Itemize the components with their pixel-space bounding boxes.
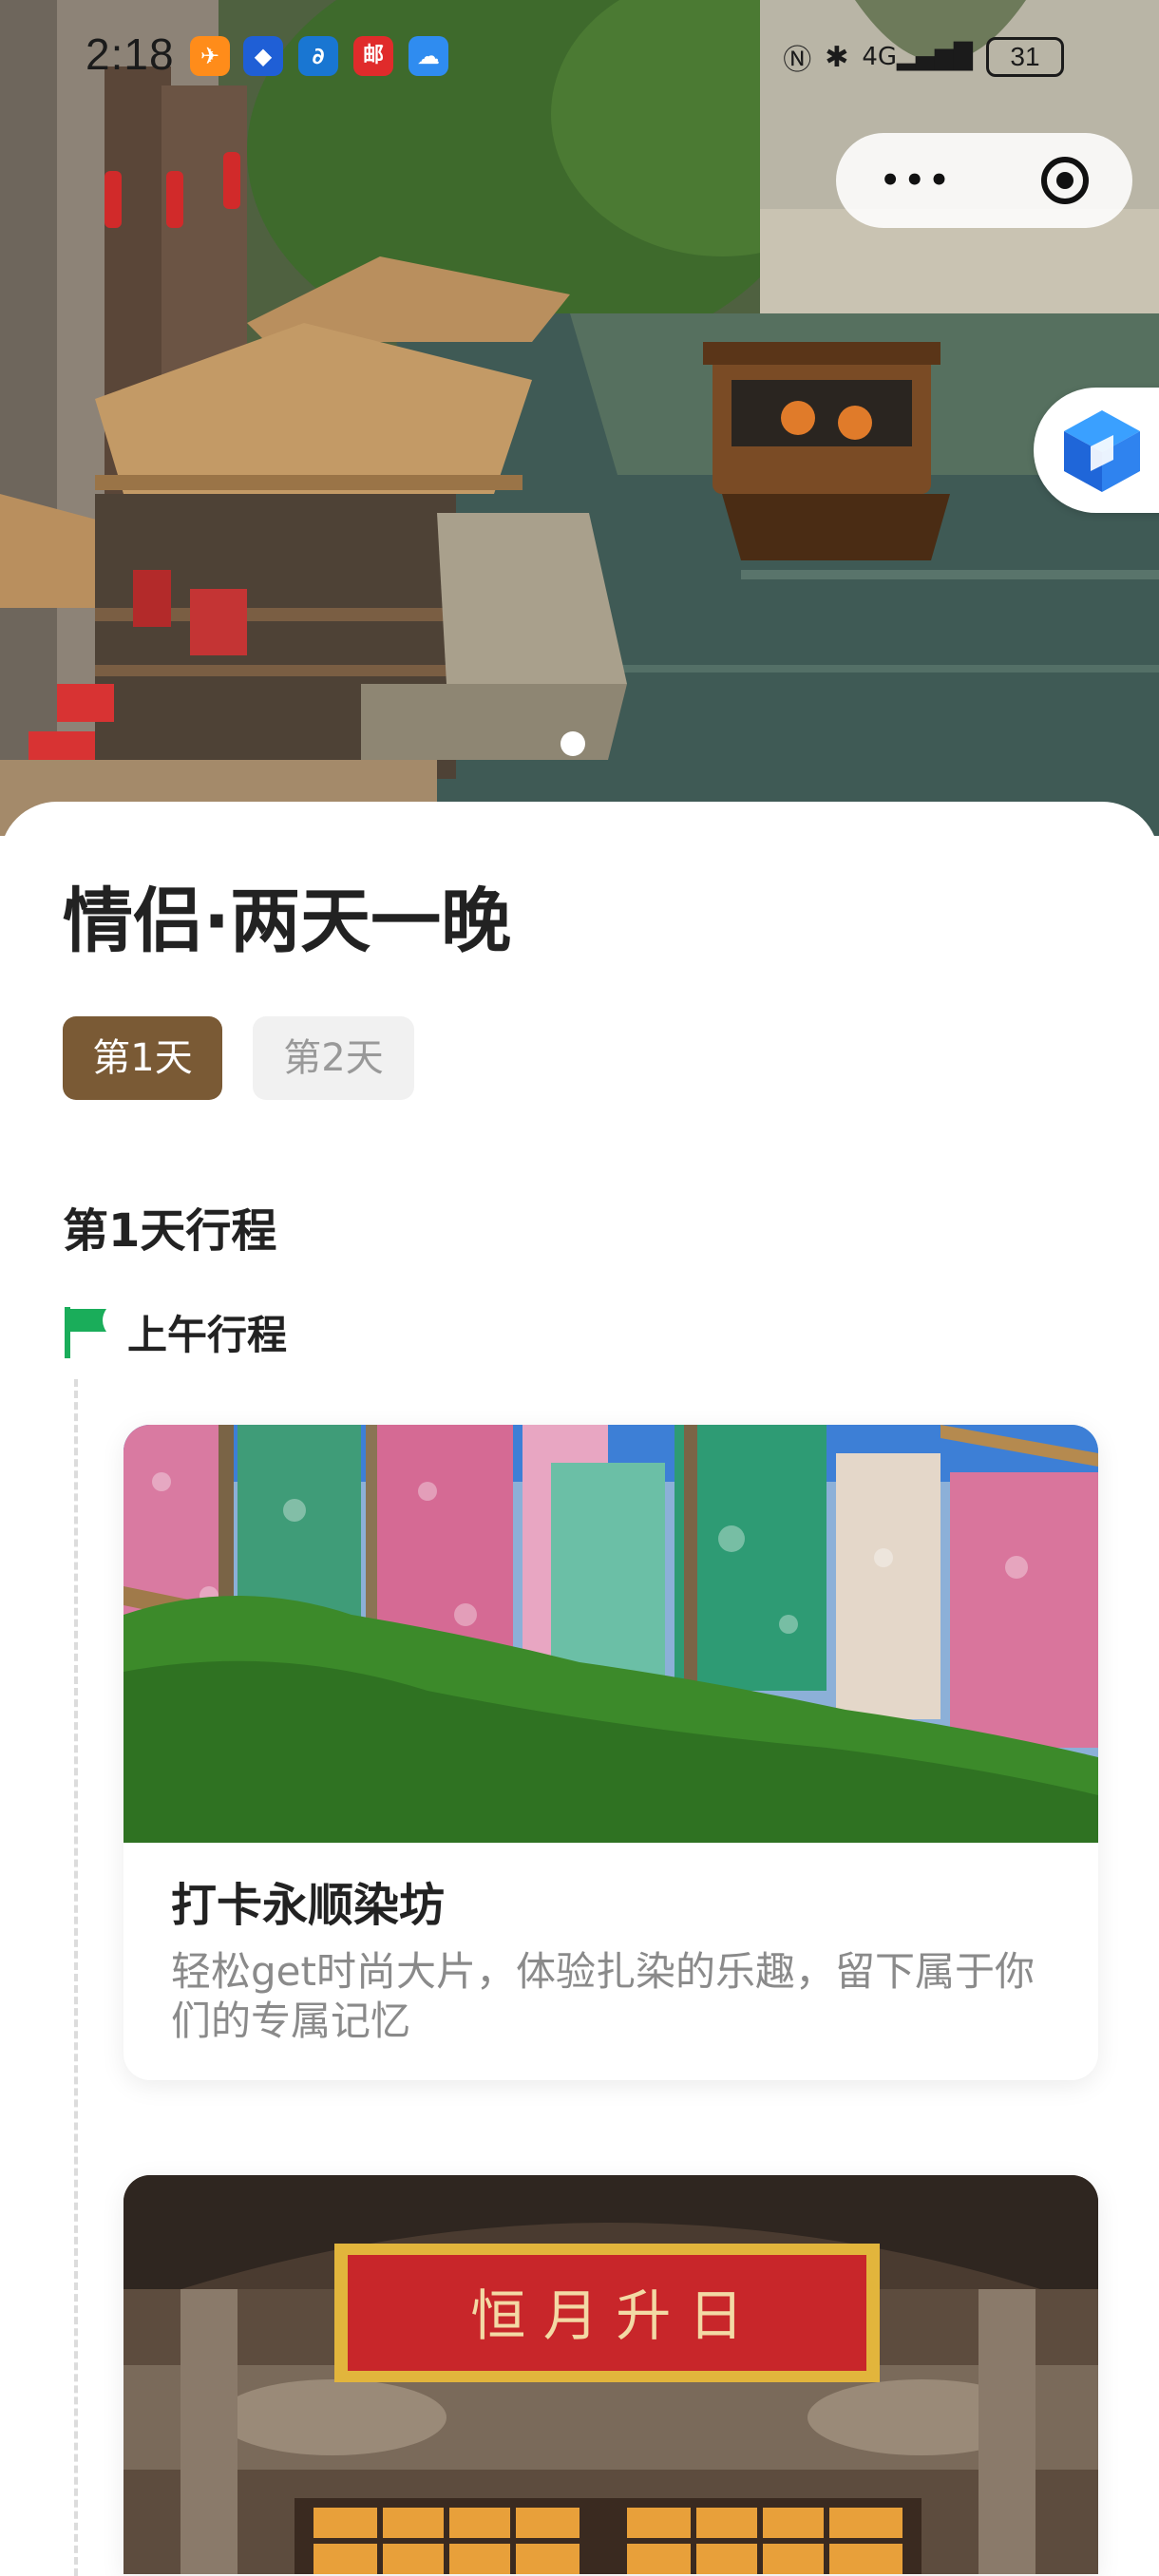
plaque-text: 恒 月 升 日	[470, 2283, 743, 2348]
swirl-app-icon: ∂	[298, 36, 338, 76]
system-status-icons: Ⓝ ✱ 4G▂▄▆█ 31	[783, 28, 1064, 85]
trip-app-icon: ◆	[243, 36, 283, 76]
gate-plaque-image: 恒 月 升 日	[124, 2175, 1098, 2574]
card-title: 打卡永顺染坊	[171, 1879, 446, 1932]
itinerary-sheet: 情侣·两天一晚 第1天 第2天 第1天行程 上午行程 打卡永顺染坊 轻松get时…	[0, 802, 1159, 2576]
mail-app-icon: 邮	[353, 36, 393, 76]
hero-banner[interactable]: 2:18 ✈ ◆ ∂ 邮 ☁ Ⓝ ✱ 4G▂▄▆█ 31 •••	[0, 0, 1159, 836]
floating-action-button[interactable]	[1034, 388, 1159, 513]
section-title: 第1天行程	[63, 1204, 277, 1258]
mini-program-capsule[interactable]: •••	[836, 133, 1132, 228]
period-label: 上午行程	[127, 1312, 288, 1358]
status-bar: 2:18 ✈ ◆ ∂ 邮 ☁ Ⓝ ✱ 4G▂▄▆█ 31	[0, 0, 1159, 114]
page-title: 情侣·两天一晚	[63, 881, 512, 962]
card-description: 轻松get时尚大片，体验扎染的乐趣，留下属于你们的专属记忆	[171, 1948, 1035, 2044]
more-menu-icon[interactable]: •••	[880, 161, 953, 199]
status-time: 2:18	[86, 29, 175, 79]
bluetooth-icon: ✱	[825, 40, 849, 74]
itinerary-card[interactable]: 打卡永顺染坊 轻松get时尚大片，体验扎染的乐趣，留下属于你们的专属记忆	[124, 1425, 1098, 2080]
cube-logo-icon	[1064, 410, 1140, 492]
close-mini-program-icon[interactable]	[1040, 157, 1089, 204]
dye-workshop-image	[124, 1425, 1098, 1843]
fliggy-app-icon: ✈	[190, 36, 230, 76]
canal-scene-image	[0, 0, 1159, 836]
carousel-indicator	[560, 731, 585, 756]
nfc-icon: Ⓝ	[783, 44, 812, 77]
tab-day-1[interactable]: 第1天	[63, 1016, 222, 1100]
battery-indicator: 31	[986, 37, 1064, 77]
cloud-app-icon: ☁	[408, 36, 448, 76]
timeline-line	[74, 1379, 78, 2576]
flag-icon	[65, 1307, 106, 1358]
tab-day-2[interactable]: 第2天	[253, 1016, 414, 1100]
signal-icon: 4G▂▄▆█	[862, 43, 973, 71]
itinerary-card[interactable]: 恒 月 升 日	[124, 2175, 1098, 2574]
